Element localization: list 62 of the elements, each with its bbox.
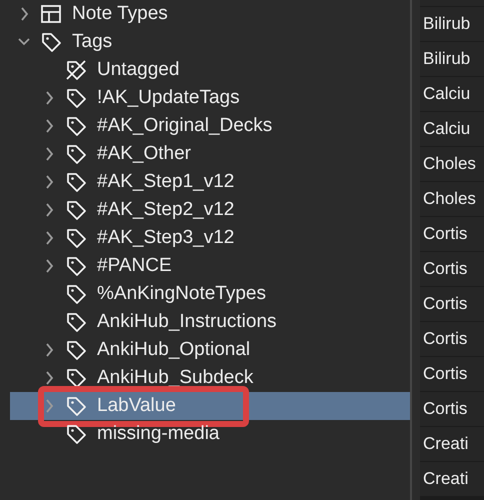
tag-icon xyxy=(65,395,87,417)
table-cell[interactable]: Choles xyxy=(420,147,484,181)
tree-item[interactable]: Note Types xyxy=(10,0,410,28)
tree-item-label: #PANCE xyxy=(97,254,172,278)
tree-item-label: !AK_UpdateTags xyxy=(97,86,240,110)
tag-icon xyxy=(40,31,62,53)
tag-icon xyxy=(65,199,87,221)
table-cell[interactable]: Calciu xyxy=(420,77,484,111)
note-types-icon xyxy=(40,3,62,25)
tree-item-label: #AK_Step3_v12 xyxy=(97,226,234,250)
table-cell[interactable]: Calciu xyxy=(420,112,484,146)
tree-item[interactable]: %AnKingNoteTypes xyxy=(10,280,410,308)
tree-item-label: #AK_Original_Decks xyxy=(97,114,272,138)
tree-item-label: AnkiHub_Instructions xyxy=(97,310,277,334)
tree-item-label: missing-media xyxy=(97,422,220,446)
tag-icon xyxy=(65,115,87,137)
tag-icon xyxy=(65,143,87,165)
tree-item-label: Untagged xyxy=(97,58,180,82)
tree-item[interactable]: #AK_Other xyxy=(10,140,410,168)
table-cell[interactable]: Bilirub xyxy=(420,7,484,41)
tag-icon xyxy=(65,171,87,193)
tree-item-label: AnkiHub_Subdeck xyxy=(97,366,254,390)
tree-item-label: AnkiHub_Optional xyxy=(97,338,250,362)
tree-item[interactable]: AnkiHub_Subdeck xyxy=(10,364,410,392)
table-cell[interactable]: Cortis xyxy=(420,217,484,251)
tag-icon xyxy=(65,283,87,305)
table-cell[interactable]: Cortis xyxy=(420,392,484,426)
tag-icon xyxy=(65,87,87,109)
tree-item[interactable]: #AK_Step3_v12 xyxy=(10,224,410,252)
tag-icon xyxy=(65,339,87,361)
untagged-tag-icon xyxy=(65,59,87,81)
table-cell[interactable]: Bilirub xyxy=(420,42,484,76)
table-cell[interactable]: Creati xyxy=(420,462,484,496)
tree-item[interactable]: #AK_Original_Decks xyxy=(10,112,410,140)
tree-item[interactable]: AnkiHub_Optional xyxy=(10,336,410,364)
tree-item-label: LabValue xyxy=(97,394,176,418)
tree-item[interactable]: #AK_Step2_v12 xyxy=(10,196,410,224)
table-cell[interactable]: Cortis xyxy=(420,322,484,356)
tree-item[interactable]: LabValue xyxy=(10,392,410,420)
tree-item-label: #AK_Other xyxy=(97,142,191,166)
tag-icon xyxy=(65,227,87,249)
tree-item-label: Note Types xyxy=(72,2,168,26)
table-cell[interactable]: Cortis xyxy=(420,252,484,286)
tree-item[interactable]: #PANCE xyxy=(10,252,410,280)
tree-item[interactable]: !AK_UpdateTags xyxy=(10,84,410,112)
table-cell[interactable]: Choles xyxy=(420,182,484,216)
table-cell[interactable]: Cortis xyxy=(420,357,484,391)
tag-icon xyxy=(65,423,87,445)
tree-item-label: Tags xyxy=(72,30,112,54)
tag-icon xyxy=(65,255,87,277)
tree-item-label: %AnKingNoteTypes xyxy=(97,282,266,306)
tag-icon xyxy=(65,367,87,389)
tag-icon xyxy=(65,311,87,333)
tree-item[interactable]: missing-media xyxy=(10,420,410,448)
tree-item[interactable]: #AK_Step1_v12 xyxy=(10,168,410,196)
table-cell[interactable]: Cortis xyxy=(420,287,484,321)
tree-item[interactable]: AnkiHub_Instructions xyxy=(10,308,410,336)
tree-item-label: #AK_Step1_v12 xyxy=(97,170,234,194)
table-cell[interactable]: Creati xyxy=(420,427,484,461)
tree-item-label: #AK_Step2_v12 xyxy=(97,198,234,222)
tree-item[interactable]: Untagged xyxy=(10,56,410,84)
tree-item[interactable]: Tags xyxy=(10,28,410,56)
